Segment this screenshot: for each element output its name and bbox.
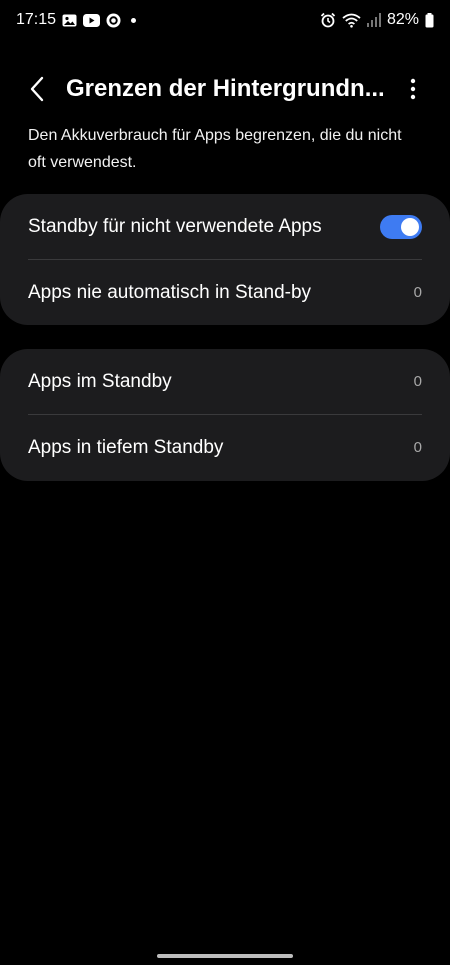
apps-in-standby-count: 0 <box>413 373 422 390</box>
back-chevron-icon <box>30 76 44 102</box>
circle-app-icon <box>106 13 121 28</box>
never-standby-apps-label: Apps nie automatisch in Stand-by <box>28 281 312 303</box>
standby-unused-apps-row[interactable]: Standby für nicht verwendete Apps <box>0 194 450 259</box>
notification-dot-icon <box>131 17 137 23</box>
toggle-knob <box>401 217 419 236</box>
never-standby-apps-row[interactable]: Apps nie automatisch in Stand-by 0 <box>0 260 450 325</box>
never-standby-apps-count: 0 <box>413 284 422 301</box>
back-button[interactable] <box>22 74 52 104</box>
status-bar-left: 17:15 <box>16 11 137 29</box>
more-vertical-icon <box>410 78 416 100</box>
standby-lists-card: Apps im Standby 0 Apps in tiefem Standby… <box>0 349 450 481</box>
status-bar-right: 82% <box>320 11 434 29</box>
home-indicator[interactable] <box>157 954 293 958</box>
status-time: 17:15 <box>16 11 57 28</box>
page-description: Den Akkuverbrauch für Apps begrenzen, di… <box>28 127 402 171</box>
standby-settings-card: Standby für nicht verwendete Apps Apps n… <box>0 194 450 325</box>
wifi-icon <box>342 13 361 28</box>
more-options-button[interactable] <box>400 74 426 104</box>
standby-unused-apps-toggle[interactable] <box>380 214 422 239</box>
status-bar: 17:15 82% <box>0 0 450 40</box>
header: Grenzen der Hintergrundn... <box>0 64 450 114</box>
apps-in-deep-standby-row[interactable]: Apps in tiefem Standby 0 <box>0 415 450 480</box>
signal-icon <box>366 13 381 27</box>
standby-unused-apps-label: Standby für nicht verwendete Apps <box>28 215 322 237</box>
youtube-icon <box>83 13 101 27</box>
page-title: Grenzen der Hintergrundn... <box>66 75 385 102</box>
apps-in-deep-standby-count: 0 <box>413 439 422 456</box>
battery-icon <box>425 12 434 28</box>
alarm-icon <box>320 12 336 28</box>
apps-in-standby-label: Apps im Standby <box>28 370 172 392</box>
battery-percent: 82% <box>386 11 419 28</box>
apps-in-deep-standby-label: Apps in tiefem Standby <box>28 436 224 458</box>
gallery-icon <box>62 13 77 28</box>
apps-in-standby-row[interactable]: Apps im Standby 0 <box>0 349 450 414</box>
